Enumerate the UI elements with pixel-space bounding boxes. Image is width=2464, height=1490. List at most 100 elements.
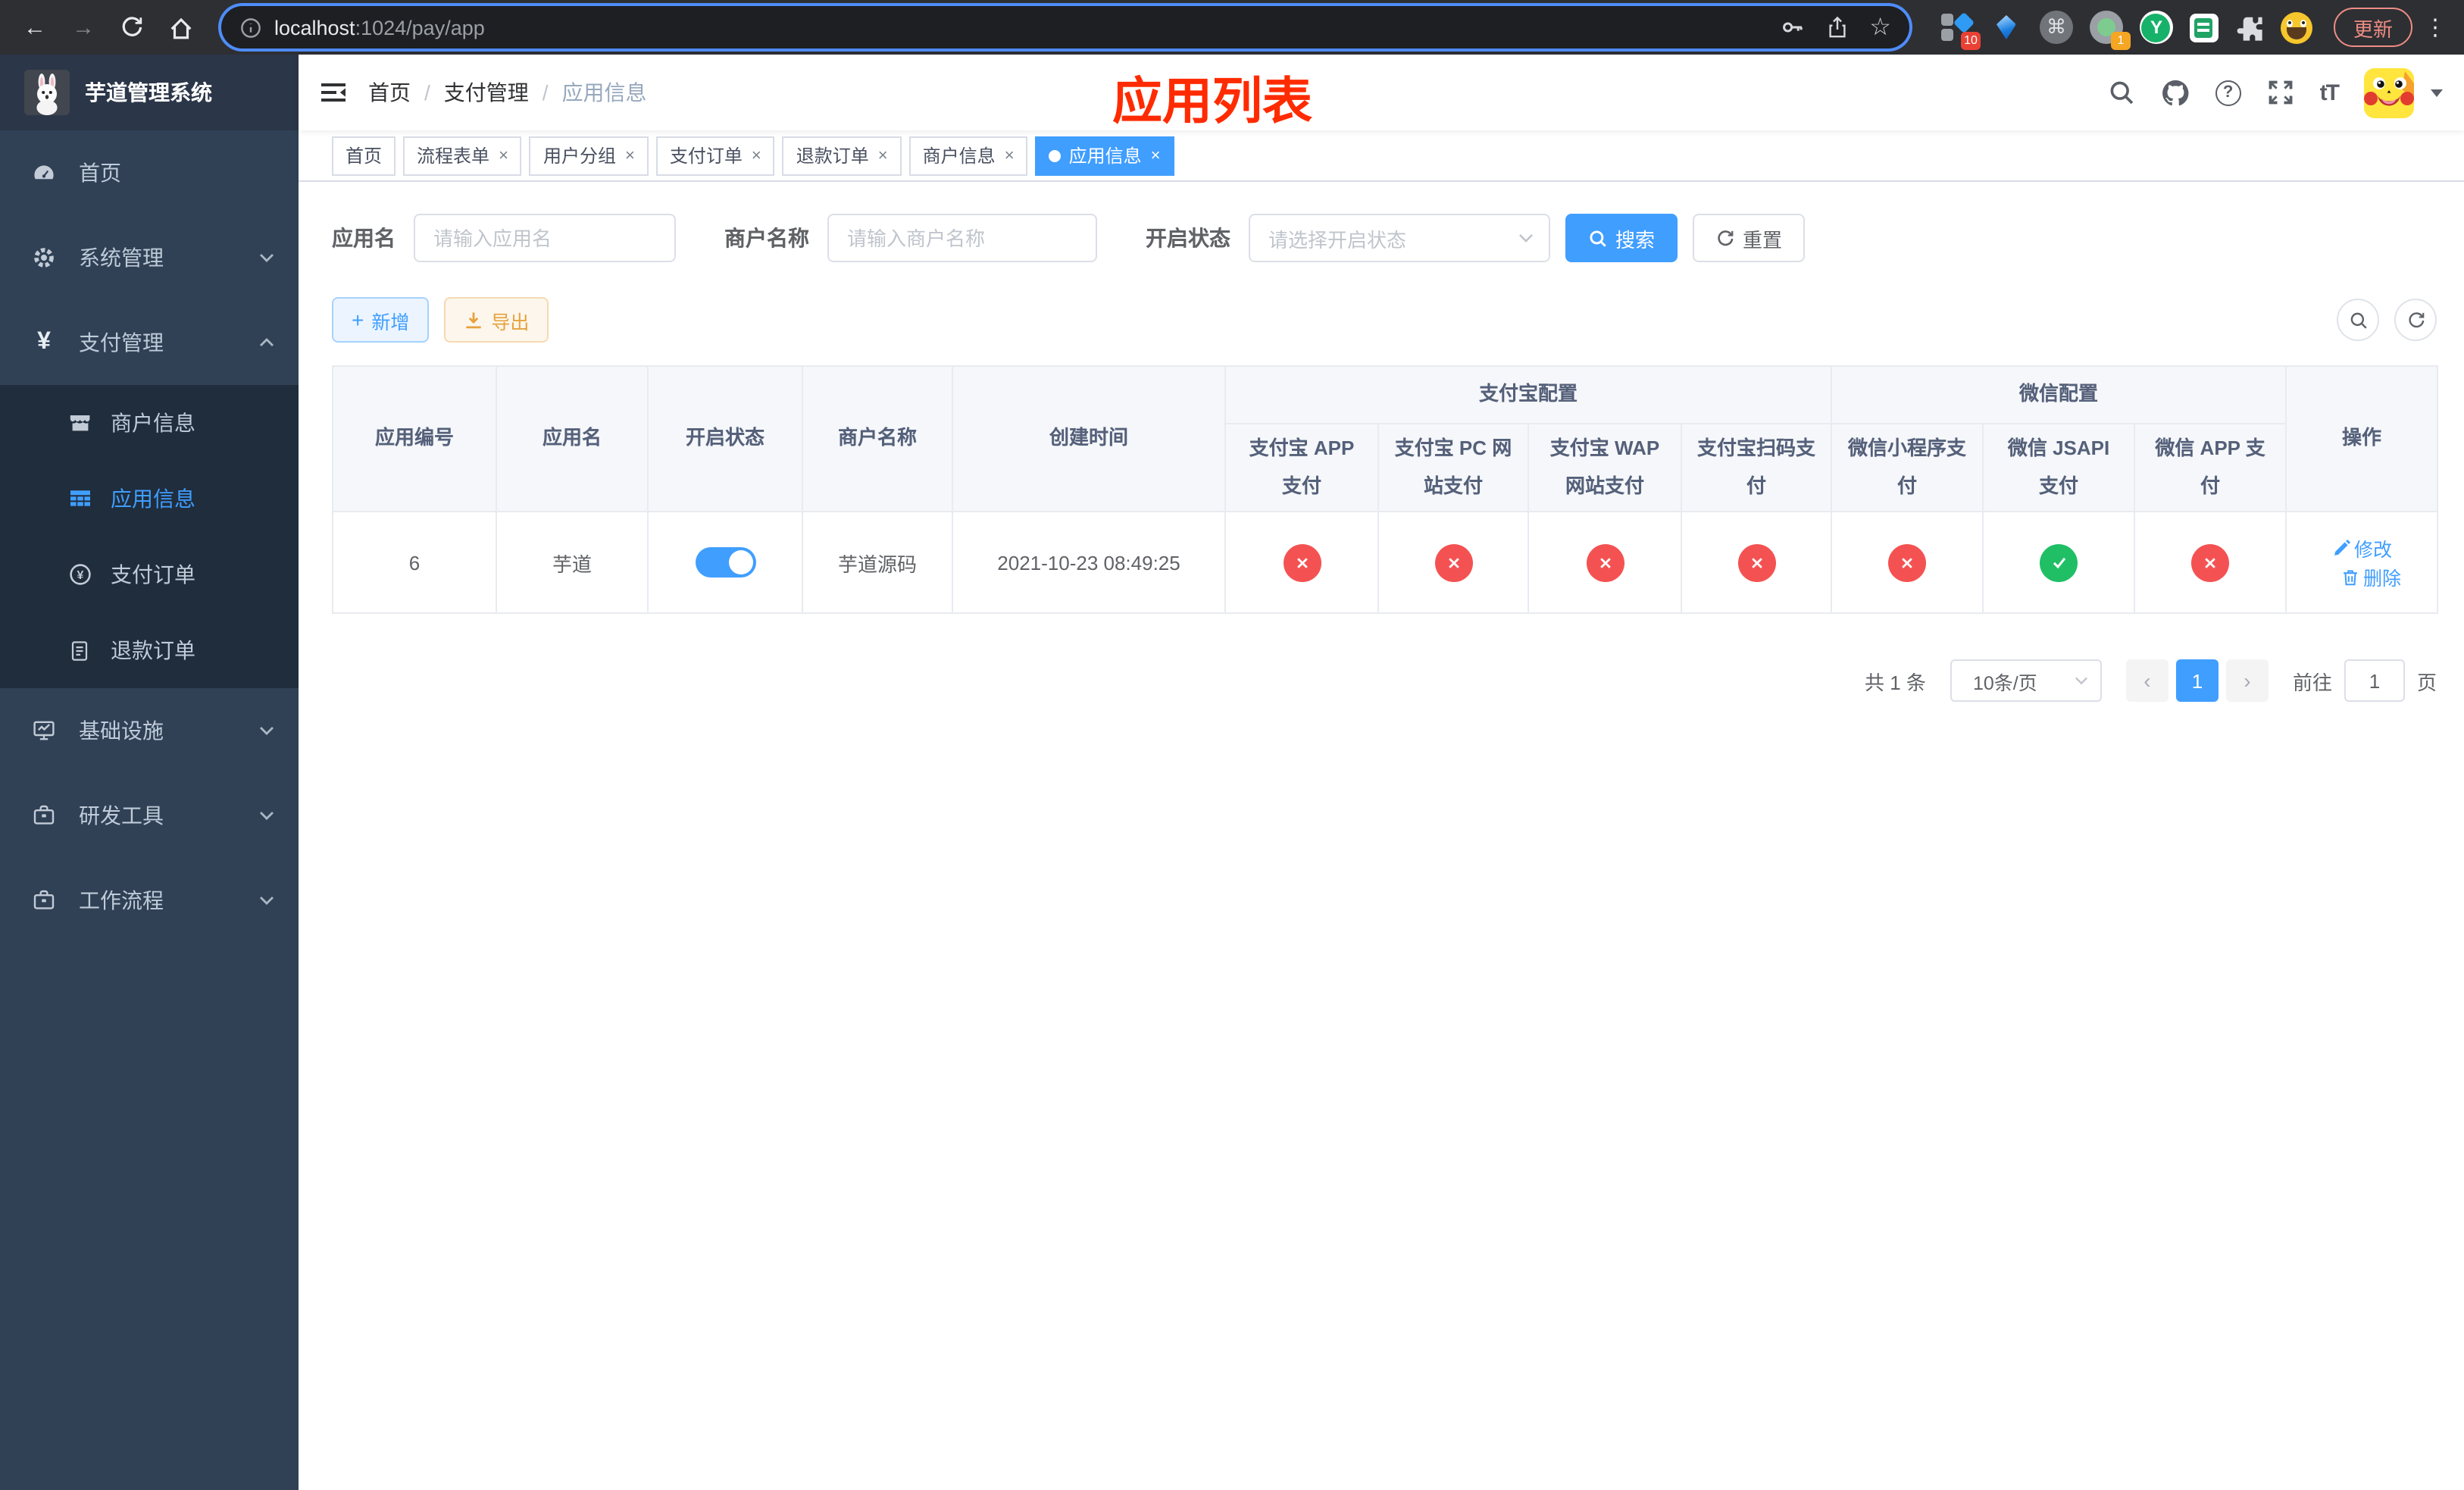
navbar-actions: ? tT — [2108, 67, 2443, 117]
reload-icon[interactable] — [112, 8, 152, 47]
extensions-puzzle-icon[interactable] — [2235, 13, 2264, 42]
status-disabled-icon — [1283, 543, 1321, 582]
url-text[interactable]: localhost:1024/pay/app — [274, 16, 1768, 39]
table-row: 6 芋道 芋道源码 2021-10-23 08:49:25 修改 删除 — [332, 511, 2439, 615]
navbar: 首页 / 支付管理 / 应用信息 ? tT — [299, 55, 2464, 130]
back-icon[interactable]: ← — [15, 8, 55, 47]
close-icon[interactable]: × — [878, 146, 888, 164]
goto-page-input[interactable] — [2344, 659, 2405, 703]
reset-button[interactable]: 重置 — [1693, 214, 1806, 262]
page-size-select[interactable]: 10条/页 — [1950, 659, 2102, 703]
next-page-button[interactable]: › — [2225, 659, 2269, 703]
sidebar-item-label: 基础设施 — [79, 718, 164, 743]
close-icon[interactable]: × — [752, 146, 761, 164]
sidebar-item-home[interactable]: 首页 — [0, 130, 299, 215]
extension-blocks-icon[interactable]: 10 — [1940, 11, 1981, 50]
delete-button[interactable]: 删除 — [2340, 563, 2401, 592]
extension-y-icon[interactable]: Y — [2139, 11, 2173, 44]
password-key-icon[interactable] — [1780, 15, 1804, 39]
breadcrumb-item[interactable]: 首页 — [368, 77, 411, 108]
command-extension-icon[interactable]: ⌘ — [2039, 11, 2073, 44]
chrome-update-button[interactable]: 更新 — [2333, 8, 2412, 47]
tag-pay-order[interactable]: 支付订单 × — [655, 136, 775, 175]
extension-badge: 1 — [2110, 32, 2131, 50]
trash-icon — [2343, 570, 2356, 586]
forward-icon[interactable]: → — [64, 8, 103, 47]
user-avatar[interactable] — [2364, 67, 2414, 117]
sidebar-collapse-icon[interactable] — [320, 80, 347, 105]
col-alipay-qr: 支付宝扫码支付 — [1680, 422, 1833, 513]
current-page-button[interactable]: 1 — [2175, 659, 2219, 703]
status-disabled-icon — [2191, 543, 2230, 582]
site-info-icon[interactable] — [239, 16, 262, 39]
edit-button[interactable]: 修改 — [2331, 534, 2392, 563]
extension-recorder-icon[interactable]: 1 — [2089, 11, 2131, 50]
sidebar-item-merchant-info[interactable]: 商户信息 — [0, 385, 299, 461]
app-table: 应用编号 应用名 开启状态 商户名称 创建时间 支付宝配置 微信配置 操作 支付… — [332, 365, 2439, 615]
breadcrumb-item[interactable]: 支付管理 — [444, 77, 529, 108]
app-name-input[interactable] — [414, 214, 676, 262]
app-logo — [24, 70, 70, 115]
github-icon[interactable] — [2161, 78, 2190, 107]
search-icon — [1590, 230, 1606, 246]
help-icon[interactable]: ? — [2215, 80, 2241, 105]
share-icon[interactable] — [1825, 15, 1848, 39]
extension-notes-icon[interactable] — [2189, 13, 2219, 42]
status-toggle[interactable] — [695, 547, 755, 578]
export-button[interactable]: 导出 — [444, 297, 549, 343]
prev-page-button[interactable]: ‹ — [2125, 659, 2169, 703]
address-bar[interactable]: localhost:1024/pay/app ☆ — [221, 6, 1909, 49]
fullscreen-icon[interactable] — [2267, 79, 2294, 106]
font-size-icon[interactable]: tT — [2320, 80, 2340, 105]
pencil-icon — [2334, 540, 2350, 556]
search-button[interactable]: 搜索 — [1565, 214, 1678, 262]
bookmark-star-icon[interactable]: ☆ — [1869, 12, 1891, 42]
briefcase-icon — [30, 888, 58, 912]
status-select[interactable]: 请选择开启状态 — [1249, 214, 1550, 262]
tag-merchant-info[interactable]: 商户信息 × — [908, 136, 1028, 175]
refresh-table-button[interactable] — [2394, 299, 2437, 341]
status-disabled-icon — [1434, 543, 1472, 582]
tag-user-group[interactable]: 用户分组 × — [529, 136, 649, 175]
tag-app-info[interactable]: 应用信息 × — [1035, 136, 1174, 175]
extension-gem-icon[interactable] — [1990, 11, 2023, 44]
tag-refund-order[interactable]: 退款订单 × — [782, 136, 902, 175]
yen-circle-icon: ¥ — [67, 562, 92, 587]
sidebar-item-payment[interactable]: ¥ 支付管理 — [0, 300, 299, 385]
sidebar-item-pay-order[interactable]: ¥ 支付订单 — [0, 537, 299, 612]
close-icon[interactable]: × — [1151, 146, 1161, 164]
sidebar-item-system[interactable]: 系统管理 — [0, 215, 299, 300]
app-name-label: 应用名 — [332, 226, 396, 250]
sidebar-item-app-info[interactable]: 应用信息 — [0, 461, 299, 537]
extensions-cluster: 10 ⌘ 1 Y — [1940, 11, 2312, 50]
dashboard-icon — [30, 161, 58, 185]
avatar-caret-icon[interactable] — [2431, 89, 2443, 96]
merchant-name-input[interactable] — [827, 214, 1097, 262]
add-button[interactable]: + 新增 — [332, 297, 430, 343]
merchant-name-label: 商户名称 — [724, 226, 809, 250]
close-icon[interactable]: × — [625, 146, 635, 164]
select-caret-icon — [1519, 234, 1533, 243]
browser-toolbar: ← → localhost:1024/pay/app ☆ 10 ⌘ 1 Y 更新… — [0, 0, 2464, 55]
sidebar-item-infra[interactable]: 基础设施 — [0, 688, 299, 773]
grid-table-icon — [67, 487, 92, 511]
browser-menu-icon[interactable]: ⋮ — [2422, 14, 2449, 41]
cell-app-name: 芋道 — [496, 511, 649, 615]
col-app-id: 应用编号 — [332, 365, 497, 513]
pagination: 共 1 条 10条/页 ‹ 1 › 前往 页 — [332, 659, 2437, 703]
tag-process-form[interactable]: 流程表单 × — [403, 136, 522, 175]
sidebar-item-workflow[interactable]: 工作流程 — [0, 858, 299, 943]
close-icon[interactable]: × — [499, 146, 508, 164]
sidebar-item-refund-order[interactable]: 退款订单 — [0, 612, 299, 688]
gear-icon — [30, 246, 58, 270]
close-icon[interactable]: × — [1005, 146, 1015, 164]
search-icon[interactable] — [2108, 79, 2135, 106]
sidebar: 芋道管理系统 首页 系统管理 ¥ 支付管理 商户信息 应用信息 ¥ 支付订单 退… — [0, 55, 299, 1490]
profile-emoji-icon[interactable] — [2280, 11, 2312, 43]
home-icon[interactable] — [161, 8, 200, 47]
col-app-name: 应用名 — [496, 365, 649, 513]
show-search-button[interactable] — [2337, 299, 2379, 341]
tag-home[interactable]: 首页 — [332, 136, 396, 175]
sidebar-item-devtools[interactable]: 研发工具 — [0, 773, 299, 858]
chevron-up-icon — [259, 338, 274, 347]
